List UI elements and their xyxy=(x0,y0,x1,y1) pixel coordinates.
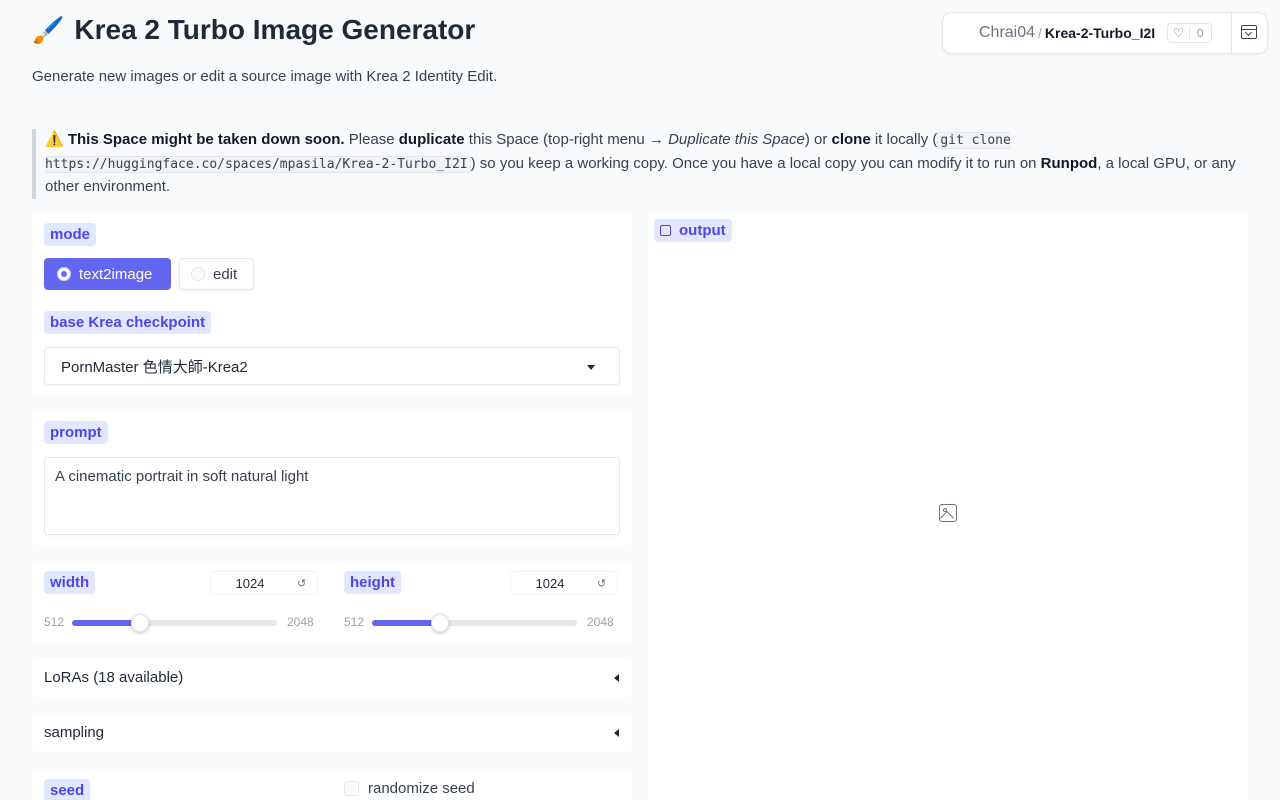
reset-icon[interactable]: ↺ xyxy=(297,577,306,590)
warning-notice: ⚠️ This Space might be taken down soon. … xyxy=(32,129,1252,199)
space-separator: / xyxy=(1038,25,1042,41)
height-input[interactable] xyxy=(511,575,589,591)
mode-option-text2image[interactable]: text2image xyxy=(44,258,171,290)
height-slider[interactable] xyxy=(372,614,577,632)
width-number-input: ↺ xyxy=(210,571,318,595)
height-label: height xyxy=(344,571,401,594)
width-label: width xyxy=(44,571,96,594)
chevron-left-icon xyxy=(614,729,619,737)
page-subtitle: Generate new images or edit a source ima… xyxy=(32,68,498,85)
heart-icon: ♡ xyxy=(1173,26,1184,40)
width-min-label: 512 xyxy=(44,615,65,629)
warning-icon: ⚠️ xyxy=(45,131,64,148)
mode-label: mode xyxy=(44,223,97,246)
loras-accordion-label: LoRAs (18 available) xyxy=(44,669,184,686)
sampling-accordion-label: sampling xyxy=(44,724,105,741)
notice-text: Please xyxy=(344,131,399,148)
width-slider-fill xyxy=(72,620,140,626)
page-title: 🖌️ Krea 2 Turbo Image Generator xyxy=(32,14,475,46)
reset-icon[interactable]: ↺ xyxy=(597,577,606,590)
height-slider-thumb[interactable] xyxy=(431,614,449,632)
height-number-input: ↺ xyxy=(510,571,618,595)
dimensions-panel: width ↺ 512 2048 height ↺ 512 2048 xyxy=(32,561,632,643)
notice-bold-runpod: Runpod xyxy=(1040,154,1098,172)
prompt-input[interactable]: A cinematic portrait in soft natural lig… xyxy=(44,457,620,535)
width-slider[interactable] xyxy=(72,614,277,632)
notice-italic-menu: Duplicate this Space xyxy=(668,131,805,148)
chevron-left-icon xyxy=(614,674,619,682)
radio-unselected-icon xyxy=(191,267,205,281)
prompt-panel: prompt A cinematic portrait in soft natu… xyxy=(32,411,632,545)
radio-selected-icon xyxy=(57,267,71,281)
notice-text: ) so you keep a working copy. Once you h… xyxy=(470,154,1041,172)
notice-text: ) or xyxy=(804,131,832,148)
seed-label: seed xyxy=(44,779,91,800)
like-count: 0 xyxy=(1188,26,1211,40)
page-title-text: Krea 2 Turbo Image Generator xyxy=(74,14,476,45)
output-panel: output xyxy=(648,213,1248,800)
collapse-header-icon[interactable] xyxy=(1241,25,1257,39)
loras-accordion[interactable]: LoRAs (18 available) xyxy=(32,658,632,697)
checkpoint-dropdown[interactable]: PornMaster 色情大師-Krea2 xyxy=(44,347,620,385)
mode-checkpoint-panel: mode text2image edit base Krea checkpoin… xyxy=(32,213,632,395)
checkpoint-label: base Krea checkpoint xyxy=(44,311,212,334)
width-slider-thumb[interactable] xyxy=(131,614,149,632)
badge-divider xyxy=(1231,13,1232,53)
output-label-text: output xyxy=(679,222,726,239)
seed-panel: seed randomize seed xyxy=(32,769,632,800)
mode-option-label: text2image xyxy=(79,265,153,283)
notice-bold-lead: This Space might be taken down soon. xyxy=(67,131,345,148)
paintbrush-icon: 🖌️ xyxy=(32,14,65,45)
output-label: output xyxy=(654,219,732,242)
notice-text: it locally ( xyxy=(870,131,938,148)
randomize-seed-checkbox[interactable] xyxy=(344,781,359,796)
prompt-label: prompt xyxy=(44,421,108,444)
notice-bold-clone: clone xyxy=(831,131,871,148)
sampling-accordion[interactable]: sampling xyxy=(32,713,632,752)
chevron-down-icon xyxy=(587,365,595,370)
checkpoint-selected-value: PornMaster 色情大師-Krea2 xyxy=(61,358,248,376)
height-min-label: 512 xyxy=(344,615,365,629)
notice-text: this Space (top-right menu → xyxy=(464,131,669,148)
image-icon xyxy=(660,225,671,236)
randomize-seed-label: randomize seed xyxy=(368,780,475,797)
like-button[interactable]: ♡ 0 xyxy=(1167,23,1212,43)
width-max-label: 2048 xyxy=(287,615,314,629)
image-mountain-shape xyxy=(940,510,955,521)
mode-option-label: edit xyxy=(213,265,238,283)
space-repo-link[interactable]: Krea-2-Turbo_I2I xyxy=(1045,25,1155,41)
width-input[interactable] xyxy=(211,575,289,591)
height-slider-fill xyxy=(372,620,440,626)
height-max-label: 2048 xyxy=(587,615,614,629)
empty-image-icon xyxy=(939,504,957,522)
mode-option-edit[interactable]: edit xyxy=(179,258,254,290)
space-owner-link[interactable]: Chrai04 xyxy=(979,24,1035,42)
notice-bold-duplicate: duplicate xyxy=(398,131,465,148)
space-badge: Chrai04 / Krea-2-Turbo_I2I ♡ 0 xyxy=(942,12,1268,54)
